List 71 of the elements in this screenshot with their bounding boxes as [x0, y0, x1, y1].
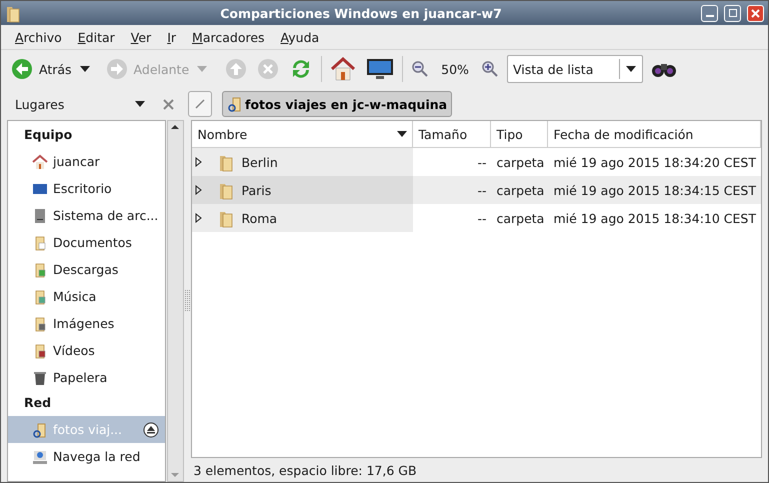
sidebar-item[interactable]: Navega la red — [8, 443, 165, 470]
menu-item[interactable]: Editar — [70, 30, 123, 44]
date-cell-text: mié 19 ago 2015 18:34:10 CEST — [552, 210, 757, 228]
size-cell-text: -- — [476, 182, 488, 200]
splitter-grip-icon[interactable] — [185, 290, 190, 312]
dropdown-caret-icon — [135, 101, 145, 107]
close-icon[interactable] — [163, 98, 174, 110]
sidebar-item[interactable]: Música — [8, 283, 165, 310]
house-icon — [330, 56, 356, 82]
column-header[interactable]: Nombre — [192, 121, 414, 147]
house-icon — [32, 154, 48, 170]
expander-icon[interactable] — [195, 213, 202, 223]
zoom-out-icon — [411, 60, 430, 78]
eject-icon[interactable] — [142, 422, 159, 438]
close-button[interactable] — [747, 4, 764, 22]
column-header[interactable]: Fecha de modificación — [548, 121, 761, 147]
type-cell-text: carpeta — [495, 154, 546, 172]
caret-icon — [197, 66, 208, 72]
folder-share-icon — [227, 96, 243, 112]
sidebar-item[interactable]: Papelera — [8, 364, 165, 391]
sidebar-title: Lugares — [14, 96, 66, 112]
window-title: Comparticiones Windows en juancar-w7 — [219, 6, 503, 20]
caret-icon — [626, 66, 636, 72]
name-cell[interactable]: Roma — [192, 204, 414, 232]
stop-icon — [257, 58, 280, 80]
sidebar-item[interactable]: Imágenes — [8, 310, 165, 337]
sidebar-item[interactable]: Descargas — [8, 256, 165, 283]
menu-item[interactable]: Ver — [122, 30, 160, 44]
drive-icon — [32, 208, 48, 224]
date-cell-text: mié 19 ago 2015 18:34:20 CEST — [552, 154, 757, 172]
column-header[interactable]: Tipo — [491, 121, 548, 147]
menu-item[interactable]: Ir — [159, 30, 184, 44]
zoom-in-icon — [480, 60, 499, 78]
column-header[interactable]: Tamaño — [413, 121, 492, 147]
minimize-button[interactable] — [701, 4, 718, 22]
pencil-icon — [194, 98, 206, 110]
monitor-icon — [366, 57, 394, 81]
folder-share-icon — [32, 422, 48, 438]
expander-icon[interactable] — [195, 185, 202, 195]
menu-item[interactable]: Marcadores — [184, 30, 273, 44]
zoom-level: 50% — [440, 62, 470, 76]
name-cell[interactable]: Berlin — [192, 148, 414, 176]
section-title: Red — [23, 394, 52, 412]
sidebar-item[interactable]: Vídeos — [8, 337, 165, 364]
menu-item[interactable]: Archivo — [7, 30, 70, 44]
caret-icon — [80, 66, 90, 72]
type-cell-text: carpeta — [495, 210, 546, 228]
view-select[interactable]: Vista de lista — [506, 55, 643, 83]
size-cell-text: -- — [476, 210, 488, 228]
maximize-button[interactable] — [724, 4, 741, 22]
path-button[interactable]: fotos viajes en jc-w-maquina — [222, 91, 452, 117]
size-cell-text: -- — [476, 154, 488, 172]
menu-item[interactable]: Ayuda — [272, 30, 328, 44]
sidebar-item[interactable]: juancar — [8, 148, 165, 175]
sidebar-item[interactable]: Documentos — [8, 229, 165, 256]
network-icon — [32, 448, 48, 464]
back-button[interactable]: Atrás — [9, 56, 74, 82]
sidebar-item[interactable]: Sistema de arc... — [8, 202, 165, 229]
date-cell-text: mié 19 ago 2015 18:34:15 CEST — [552, 182, 757, 200]
trash-icon — [32, 370, 48, 386]
sort-caret-icon — [397, 131, 408, 137]
section-title: Equipo — [23, 126, 74, 144]
edit-location-button[interactable] — [188, 91, 212, 117]
maximize-icon — [728, 9, 736, 17]
type-cell-text: carpeta — [495, 182, 546, 200]
status-text: 3 elementos, espacio libre: 17,6 GB — [193, 462, 417, 478]
expander-icon[interactable] — [195, 157, 202, 167]
close-icon — [751, 8, 760, 18]
name-cell[interactable]: Paris — [192, 176, 414, 204]
sidebar-item[interactable]: Escritorio — [8, 175, 165, 202]
scrollbar[interactable] — [166, 120, 184, 482]
